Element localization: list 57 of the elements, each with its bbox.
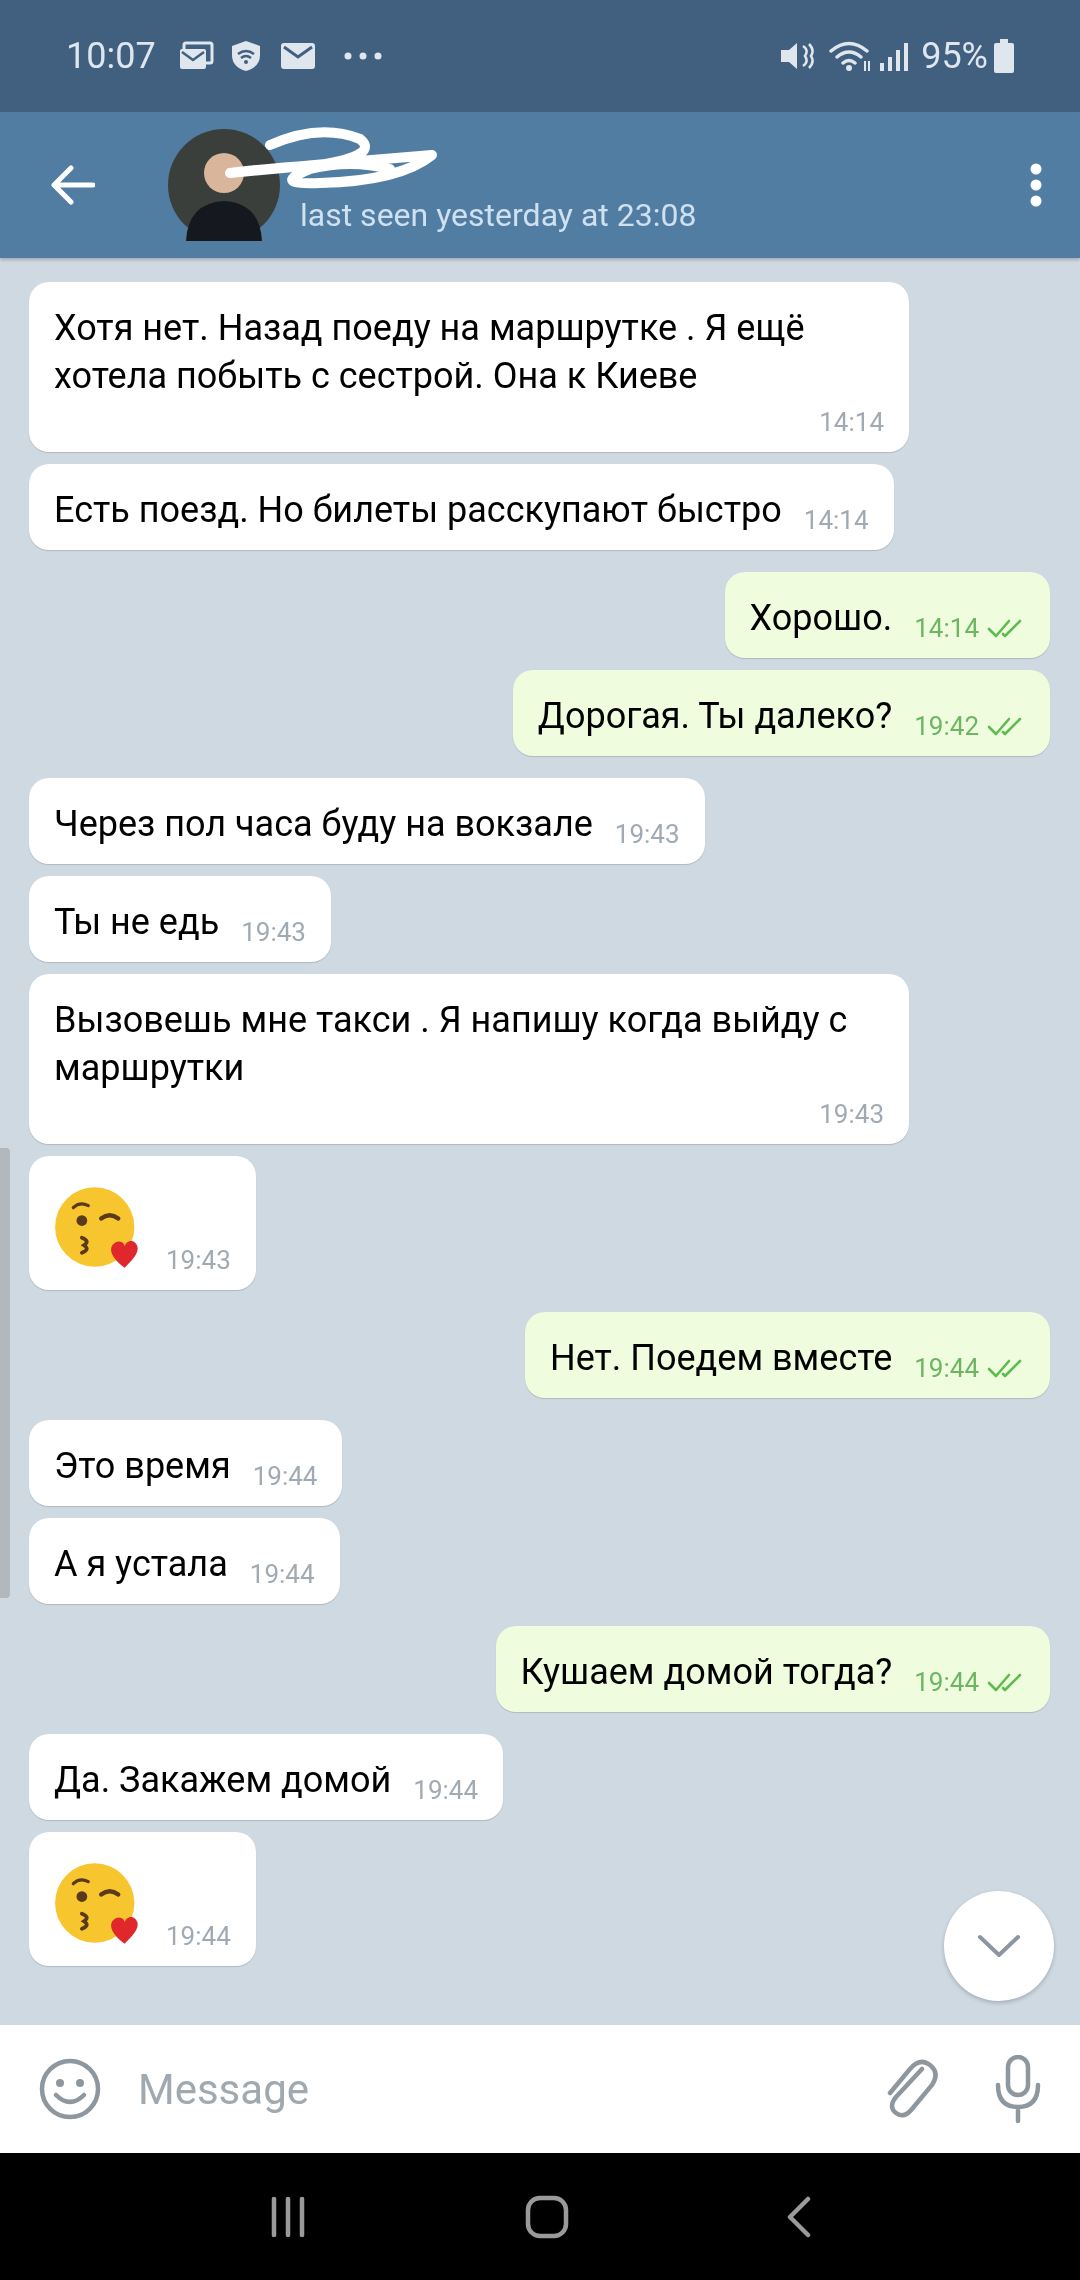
message-bubble[interactable]: А я устала 19:44 (29, 1518, 340, 1604)
message-bubble[interactable]: Хотя нет. Назад поеду на маршрутке . Я ещё хотела побыть с сестрой. Она к Киеве 14:14 (29, 282, 909, 452)
message-time: 14:14 (819, 406, 884, 439)
message-text: Это время (54, 1444, 231, 1489)
message-time: 19:42 (914, 710, 979, 743)
message-time: 19:44 (914, 1666, 979, 1699)
message-bubble[interactable]: Через пол часа буду на вокзале 19:43 (29, 778, 705, 864)
message-time: 19:44 (413, 1774, 479, 1807)
message-text: А я устала (54, 1542, 228, 1587)
mail-icon (279, 42, 316, 70)
chevron-down-icon (977, 1934, 1021, 1958)
message-text: Нет. Поедем вместе (549, 1336, 893, 1381)
message-time: 19:44 (252, 1460, 318, 1493)
message-time: 14:14 (914, 612, 979, 645)
message-time: 19:43 (241, 916, 306, 949)
message-text: Вызовешь мне такси . Я напишу когда выйду с маршрутки (54, 998, 849, 1091)
message-time: 19:43 (819, 1098, 884, 1131)
message-time: 14:14 (803, 504, 869, 537)
message-text: Дорогая. Ты далеко? (537, 694, 893, 739)
message-text: Хорошо. (749, 596, 893, 641)
message-text: Да. Закажем домой (54, 1758, 392, 1803)
last-seen-status: last seen yesterday at 23:08 (300, 195, 697, 235)
messages-icon (177, 41, 214, 71)
emoji-icon[interactable] (38, 2057, 102, 2121)
message-bubble[interactable]: Да. Закажем домой 19:44 (29, 1734, 504, 1820)
status-time: 10:07 (66, 34, 156, 79)
message-bubble[interactable]: Кушаем домой тогда? 19:44 (495, 1626, 1050, 1712)
microphone-icon[interactable] (994, 2055, 1042, 2123)
message-bubble[interactable]: Хорошо. 14:14 (724, 572, 1050, 658)
message-text: Хотя нет. Назад поеду на маршрутке . Я ещё хотела побыть с сестрой. Она к Киеве (54, 306, 806, 399)
message-bubble[interactable]: Дорогая. Ты далеко? 19:42 (512, 670, 1050, 756)
signal-icon (879, 41, 910, 71)
message-time: 19:44 (166, 1920, 231, 1953)
back-arrow-icon (51, 165, 95, 205)
battery-percent: 95% (921, 34, 988, 79)
message-bubble[interactable]: Вызовешь мне такси . Я напишу когда выйду с маршрутки 19:43 (29, 974, 909, 1144)
message-bubble[interactable]: Это время 19:44 (29, 1420, 343, 1506)
message-text: Кушаем домой тогда? (520, 1650, 893, 1695)
contact-avatar[interactable] (168, 129, 280, 241)
message-bubble[interactable]: Есть поезд. Но билеты расскупают быстро 14:14 (29, 464, 894, 550)
message-bubble[interactable]: Ты не едь 19:43 (29, 876, 331, 962)
message-time: 19:43 (166, 1244, 231, 1277)
message-text: Есть поезд. Но билеты расскупают быстро (54, 488, 782, 533)
battery-icon (994, 39, 1014, 73)
shield-wifi-icon (229, 39, 262, 73)
vibrate-mute-icon (779, 40, 816, 72)
home-icon[interactable] (525, 2194, 569, 2239)
more-notifications-icon (343, 52, 382, 60)
message-time: 19:43 (614, 818, 680, 851)
message-text: Через пол часа буду на вокзале (54, 802, 593, 847)
back-icon[interactable] (785, 2195, 812, 2238)
message-time: 19:44 (249, 1558, 315, 1591)
message-bubble[interactable]: Нет. Поедем вместе 19:44 (524, 1312, 1050, 1398)
message-input[interactable]: Message (138, 2057, 882, 2121)
message-text: Ты не едь (54, 900, 220, 945)
message-time: 19:44 (914, 1352, 979, 1385)
more-vertical-icon (1030, 163, 1042, 207)
